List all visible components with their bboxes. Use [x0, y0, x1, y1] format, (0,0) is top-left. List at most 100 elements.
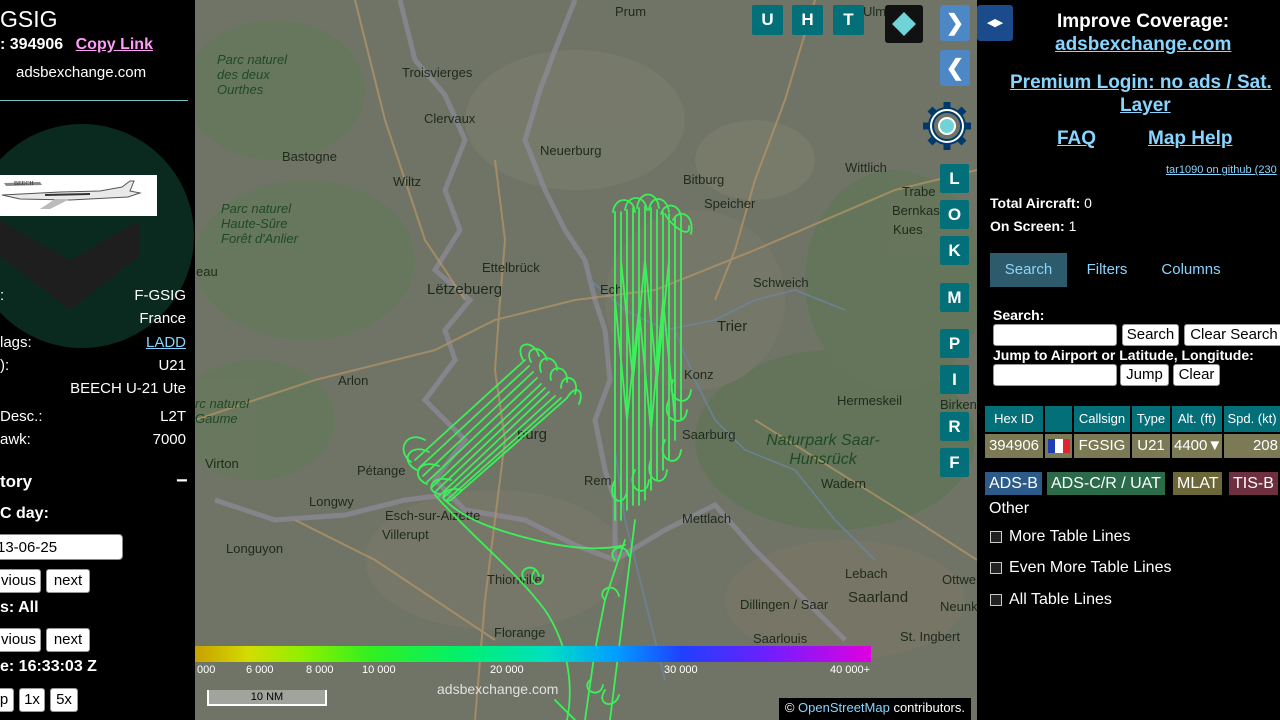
map-view[interactable]: Prum Ulm Troisvierges Clervaux Neuerburg… — [195, 0, 977, 720]
toggle-i-button[interactable]: I — [940, 365, 969, 394]
tab-filters[interactable]: Filters — [1074, 253, 1140, 287]
label-wittlich: Wittlich — [845, 160, 887, 175]
label-longuyon: Longuyon — [226, 541, 284, 556]
hex-id-value: : 394906 — [0, 36, 64, 53]
toggle-m-button[interactable]: M — [940, 283, 969, 312]
toggle-t-button[interactable]: T — [833, 5, 864, 35]
tisb-badge[interactable]: TIS-B — [1229, 472, 1278, 495]
france-flag-icon — [1047, 439, 1070, 453]
label-lebach: Lebach — [845, 566, 888, 581]
toggle-f-button[interactable]: F — [940, 448, 969, 477]
altitude-tick: 6 000 — [246, 664, 274, 676]
toggle-l-button[interactable]: L — [940, 164, 969, 193]
label-bitburg: Bitburg — [683, 172, 725, 187]
more-table-lines-checkbox[interactable] — [990, 531, 1002, 543]
openstreetmap-link[interactable]: OpenStreetMap — [798, 700, 890, 715]
label-echt: Ech — [600, 282, 623, 297]
aircraft-photo[interactable]: BEECH — [0, 175, 157, 216]
label-eau: eau — [196, 264, 218, 279]
label-park-saar: Naturpark Saar-Hunsrück — [766, 432, 880, 468]
toggle-r-button[interactable]: R — [940, 412, 969, 441]
copyright-symbol: © — [784, 700, 795, 715]
faq-link[interactable]: FAQ — [1057, 128, 1096, 150]
column-header-flag[interactable] — [1045, 406, 1072, 432]
label-birken: Birken — [940, 397, 977, 412]
all-table-lines-label[interactable]: All Table Lines — [1009, 591, 1112, 609]
previous-day-button[interactable]: vious — [0, 569, 41, 593]
chevron-left-icon[interactable]: ❮ — [940, 50, 970, 86]
column-header-type[interactable]: Type — [1132, 406, 1170, 432]
label-thionville: Thionville — [487, 572, 542, 587]
tab-search[interactable]: Search — [990, 253, 1067, 287]
altitude-cell: 4400▼ — [1172, 434, 1222, 458]
label-clervaux: Clervaux — [424, 111, 476, 126]
toggle-p-button[interactable]: P — [940, 329, 969, 358]
toggle-k-button[interactable]: K — [940, 236, 969, 265]
other-badge[interactable]: Other — [989, 500, 1029, 518]
search-input[interactable] — [993, 324, 1117, 346]
tab-columns[interactable]: Columns — [1149, 253, 1233, 287]
all-table-lines-checkbox[interactable] — [990, 594, 1002, 606]
callsign-cell: FGSIG — [1074, 434, 1130, 458]
toggle-o-button[interactable]: O — [940, 200, 969, 229]
label-schweich: Schweich — [753, 275, 809, 290]
even-more-table-lines-label[interactable]: Even More Table Lines — [1009, 559, 1171, 577]
jump-button[interactable]: Jump — [1120, 364, 1169, 386]
speed-5x-button[interactable]: 5x — [50, 688, 78, 712]
column-header-altitude[interactable]: Alt. (ft) — [1172, 406, 1222, 432]
altitude-tick: 000 — [197, 664, 216, 676]
jump-input[interactable] — [993, 364, 1117, 386]
date-input[interactable]: 13-06-25 — [0, 534, 123, 560]
column-header-callsign[interactable]: Callsign — [1074, 406, 1130, 432]
toggle-u-button[interactable]: U — [752, 5, 783, 35]
next-track-button[interactable]: next — [46, 628, 90, 652]
label-villerupt: Villerupt — [382, 527, 429, 542]
speed-1x-button[interactable]: 1x — [19, 688, 45, 712]
speed-cell: 208 — [1224, 434, 1280, 458]
column-header-speed[interactable]: Spd. (kt) — [1224, 406, 1280, 432]
settings-button[interactable] — [919, 98, 975, 154]
more-table-lines-label[interactable]: More Table Lines — [1009, 528, 1131, 546]
layer-toggle-button[interactable] — [885, 5, 923, 43]
attribution-text: contributors. — [893, 700, 965, 715]
label-florange: Florange — [494, 625, 546, 640]
terrain-patches — [195, 20, 977, 660]
sidebar-panel: Improve Coverage: adsbexchange.com Premi… — [977, 0, 1280, 720]
play-button[interactable]: p — [0, 688, 14, 712]
type-cell: U21 — [1132, 434, 1170, 458]
watermark: adsbexchange.com — [437, 681, 559, 697]
map-help-link[interactable]: Map Help — [1148, 128, 1232, 150]
premium-login-link-line2[interactable]: Layer — [1120, 95, 1171, 117]
search-button[interactable]: Search — [1122, 324, 1179, 346]
collapse-icon[interactable]: − — [176, 470, 188, 493]
clear-button[interactable]: Clear — [1173, 364, 1220, 386]
github-link[interactable]: tar1090 on github (230 — [1166, 164, 1277, 176]
adsb-badge[interactable]: ADS-B — [985, 472, 1042, 495]
clear-search-button[interactable]: Clear Search — [1184, 324, 1280, 346]
expand-sidebar-icon[interactable]: ◂▸ — [977, 5, 1013, 41]
field-registration: : F-GSIG — [0, 287, 186, 307]
ladd-link[interactable]: LADD — [146, 334, 186, 351]
tracks-label: s: All — [0, 599, 39, 616]
label-troisvierges: Troisvierges — [402, 65, 473, 80]
gear-icon — [923, 102, 971, 150]
label-neunk: Neunk — [940, 599, 977, 614]
mlat-badge[interactable]: MLAT — [1173, 472, 1223, 495]
label-park-gaume: rc naturel Gaume — [195, 396, 250, 426]
field-label: ): — [0, 357, 10, 374]
label-hermeskeil: Hermeskeil — [837, 393, 903, 408]
toggle-h-button[interactable]: H — [792, 5, 823, 35]
label-esch: Esch-sur-Alzette — [385, 508, 481, 523]
chevron-right-icon[interactable]: ❯ — [940, 5, 970, 41]
even-more-table-lines-checkbox[interactable] — [990, 562, 1002, 574]
copy-link[interactable]: Copy Link — [76, 36, 153, 53]
adsbexchange-link[interactable]: adsbexchange.com — [1055, 34, 1231, 56]
adsc-uat-badge[interactable]: ADS-C/R / UAT — [1047, 472, 1165, 495]
next-day-button[interactable]: next — [46, 569, 90, 593]
premium-login-link[interactable]: Premium Login: no ads / Sat. — [1010, 72, 1272, 94]
altitude-tick: 8 000 — [306, 664, 334, 676]
column-header-hex[interactable]: Hex ID — [985, 406, 1043, 432]
label-virton: Virton — [205, 456, 239, 471]
site-label: adsbexchange.com — [16, 64, 147, 81]
previous-track-button[interactable]: vious — [0, 628, 41, 652]
